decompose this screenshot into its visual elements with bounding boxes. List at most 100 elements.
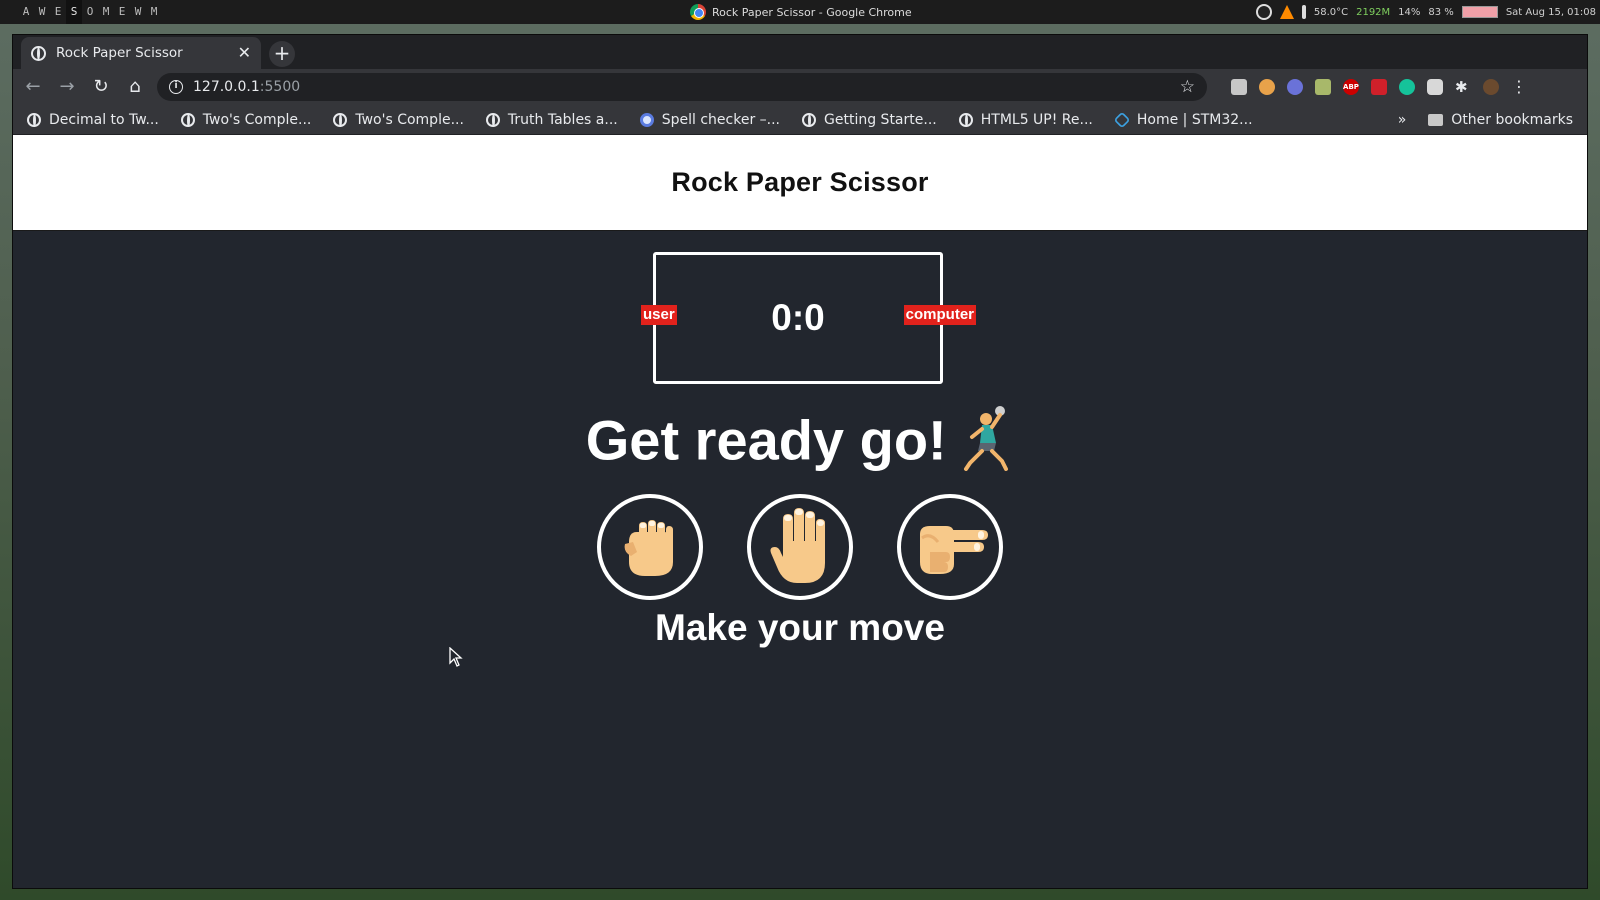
extensions-area: ABP ✱ ⋮ bbox=[1231, 79, 1527, 95]
home-icon[interactable]: ⌂ bbox=[123, 75, 147, 99]
bookmark-item[interactable]: Two's Comple... bbox=[333, 112, 464, 128]
bookmark-item[interactable]: Spell checker –... bbox=[639, 111, 781, 128]
score-display: 0:0 bbox=[771, 297, 825, 338]
user-badge: user bbox=[641, 305, 677, 325]
url-port: :5500 bbox=[259, 79, 301, 95]
workspace-tag[interactable]: A bbox=[18, 0, 34, 24]
kebab-menu-icon[interactable]: ⋮ bbox=[1511, 79, 1527, 95]
spell-icon bbox=[639, 112, 654, 127]
focused-window-title: Rock Paper Scissor - Google Chrome bbox=[690, 0, 912, 24]
bookmark-label: Two's Comple... bbox=[202, 111, 312, 128]
extension-screen-icon[interactable] bbox=[1427, 79, 1443, 95]
tab-strip: Rock Paper Scissor ✕ + bbox=[13, 35, 1587, 69]
bookmark-item[interactable]: HTML5 UP! Re... bbox=[958, 111, 1093, 128]
scissors-button[interactable] bbox=[897, 494, 1003, 600]
bookmarks-bar: Decimal to Tw... Two's Comple... Two's C… bbox=[13, 105, 1587, 135]
system-bar: A W E S O M E W M Rock Paper Scissor - G… bbox=[0, 0, 1600, 24]
handball-player-icon bbox=[962, 405, 1014, 484]
extension-tampermonkey-icon[interactable] bbox=[1259, 79, 1275, 95]
scoreboard: user 0:0 computer bbox=[641, 252, 976, 384]
battery-bar bbox=[1461, 6, 1498, 18]
page-header: Rock Paper Scissor bbox=[13, 135, 1587, 231]
chrome-icon bbox=[690, 4, 706, 20]
bookmark-item[interactable]: Decimal to Tw... bbox=[27, 112, 159, 128]
bookmark-label: HTML5 UP! Re... bbox=[980, 111, 1093, 128]
url-text[interactable]: 127.0.0.1:5500 bbox=[193, 79, 300, 95]
victory-hand-icon bbox=[920, 526, 988, 574]
extensions-puzzle-icon[interactable]: ✱ bbox=[1455, 79, 1471, 95]
workspace-tag[interactable]: E bbox=[114, 0, 130, 24]
back-arrow-icon[interactable]: ← bbox=[21, 75, 45, 99]
bookmark-label: Two's Comple... bbox=[355, 111, 464, 128]
bookmark-item[interactable]: Two's Comple... bbox=[180, 111, 312, 128]
browser-toolbar: ← → ↻ ⌂ i 127.0.0.1:5500 ☆ ABP ✱ ⋮ bbox=[13, 69, 1587, 105]
url-host: 127.0.0.1 bbox=[193, 79, 260, 95]
bookmark-star-icon[interactable]: ☆ bbox=[1180, 77, 1195, 97]
result-message: Get ready go! bbox=[13, 405, 1587, 484]
globe-icon bbox=[27, 112, 41, 127]
extension-lock-icon[interactable] bbox=[1371, 79, 1387, 95]
workspace-tag[interactable]: M bbox=[146, 0, 162, 24]
system-tray: 58.0°C 2192M 14% 83 % Sat Aug 15, 01:08 bbox=[1255, 0, 1596, 24]
result-message-text: Get ready go! bbox=[585, 408, 947, 472]
window-title-text: Rock Paper Scissor - Google Chrome bbox=[712, 5, 912, 19]
choice-buttons bbox=[13, 494, 1587, 600]
bookmark-item[interactable]: Home | STM32... bbox=[1113, 111, 1253, 128]
new-tab-icon[interactable]: + bbox=[269, 41, 295, 67]
vlc-icon[interactable] bbox=[1279, 5, 1294, 19]
adblock-plus-icon[interactable]: ABP bbox=[1343, 79, 1359, 95]
move-prompt: Make your move bbox=[655, 607, 945, 648]
clock: Sat Aug 15, 01:08 bbox=[1505, 6, 1596, 18]
folder-icon bbox=[1428, 113, 1444, 126]
bookmark-label: Spell checker –... bbox=[661, 111, 781, 128]
workspace-tag[interactable]: O bbox=[82, 0, 98, 24]
extension-a-icon[interactable] bbox=[1231, 79, 1247, 95]
profile-avatar[interactable] bbox=[1483, 79, 1499, 95]
bookmark-label: Getting Starte... bbox=[824, 111, 937, 128]
globe-icon bbox=[31, 45, 46, 61]
globe-icon bbox=[333, 112, 348, 127]
bookmark-item[interactable]: Truth Tables a... bbox=[485, 111, 618, 128]
other-bookmarks[interactable]: Other bookmarks bbox=[1428, 112, 1573, 128]
browser-window: Rock Paper Scissor ✕ + ← → ↻ ⌂ i 127.0.0… bbox=[12, 34, 1588, 889]
extension-blocker-icon[interactable] bbox=[1287, 79, 1303, 95]
memory-readout: 2192M bbox=[1356, 6, 1391, 18]
extension-colorpicker-icon[interactable] bbox=[1315, 79, 1331, 95]
tab-rock-paper-scissor[interactable]: Rock Paper Scissor ✕ bbox=[21, 37, 261, 69]
globe-icon bbox=[180, 112, 195, 127]
temperature-readout: 58.0°C bbox=[1313, 6, 1349, 18]
close-icon[interactable]: ✕ bbox=[238, 45, 251, 61]
workspace-tag[interactable]: S bbox=[66, 0, 82, 24]
raised-fist-hand-icon bbox=[624, 520, 673, 576]
info-icon[interactable]: i bbox=[169, 80, 183, 94]
computer-badge: computer bbox=[903, 305, 976, 325]
bookmark-item[interactable]: Getting Starte... bbox=[802, 112, 937, 128]
globe-icon bbox=[485, 112, 500, 127]
page-title: Rock Paper Scissor bbox=[671, 167, 929, 197]
cpu-readout: 14% bbox=[1398, 6, 1421, 18]
grammarly-icon[interactable] bbox=[1399, 79, 1415, 95]
workspace-tag[interactable]: W bbox=[130, 0, 146, 24]
bookmark-label: Decimal to Tw... bbox=[49, 111, 159, 128]
obs-icon[interactable] bbox=[1255, 4, 1272, 20]
workspace-tag[interactable]: E bbox=[50, 0, 66, 24]
more-bookmarks-chevron-icon[interactable]: » bbox=[1398, 112, 1407, 128]
globe-icon bbox=[958, 112, 973, 127]
raised-hand-icon bbox=[770, 508, 825, 583]
tab-title: Rock Paper Scissor bbox=[56, 45, 183, 61]
battery-readout: 83 % bbox=[1428, 6, 1454, 18]
rock-button[interactable] bbox=[597, 494, 703, 600]
globe-icon bbox=[802, 112, 817, 127]
other-bookmarks-label: Other bookmarks bbox=[1451, 111, 1573, 128]
paper-button[interactable] bbox=[747, 494, 853, 600]
workspace-tags: A W E S O M E W M bbox=[0, 0, 162, 24]
thermometer-icon bbox=[1301, 5, 1306, 19]
page-viewport: Rock Paper Scissor user 0:0 computer Get… bbox=[13, 135, 1587, 888]
bookmark-label: Home | STM32... bbox=[1136, 111, 1253, 128]
forward-arrow-icon[interactable]: → bbox=[55, 75, 79, 99]
workspace-tag[interactable]: W bbox=[34, 0, 50, 24]
bookmark-label: Truth Tables a... bbox=[507, 111, 618, 128]
workspace-tag[interactable]: M bbox=[98, 0, 114, 24]
address-bar[interactable]: i 127.0.0.1:5500 ☆ bbox=[157, 73, 1207, 101]
reload-icon[interactable]: ↻ bbox=[89, 75, 113, 99]
